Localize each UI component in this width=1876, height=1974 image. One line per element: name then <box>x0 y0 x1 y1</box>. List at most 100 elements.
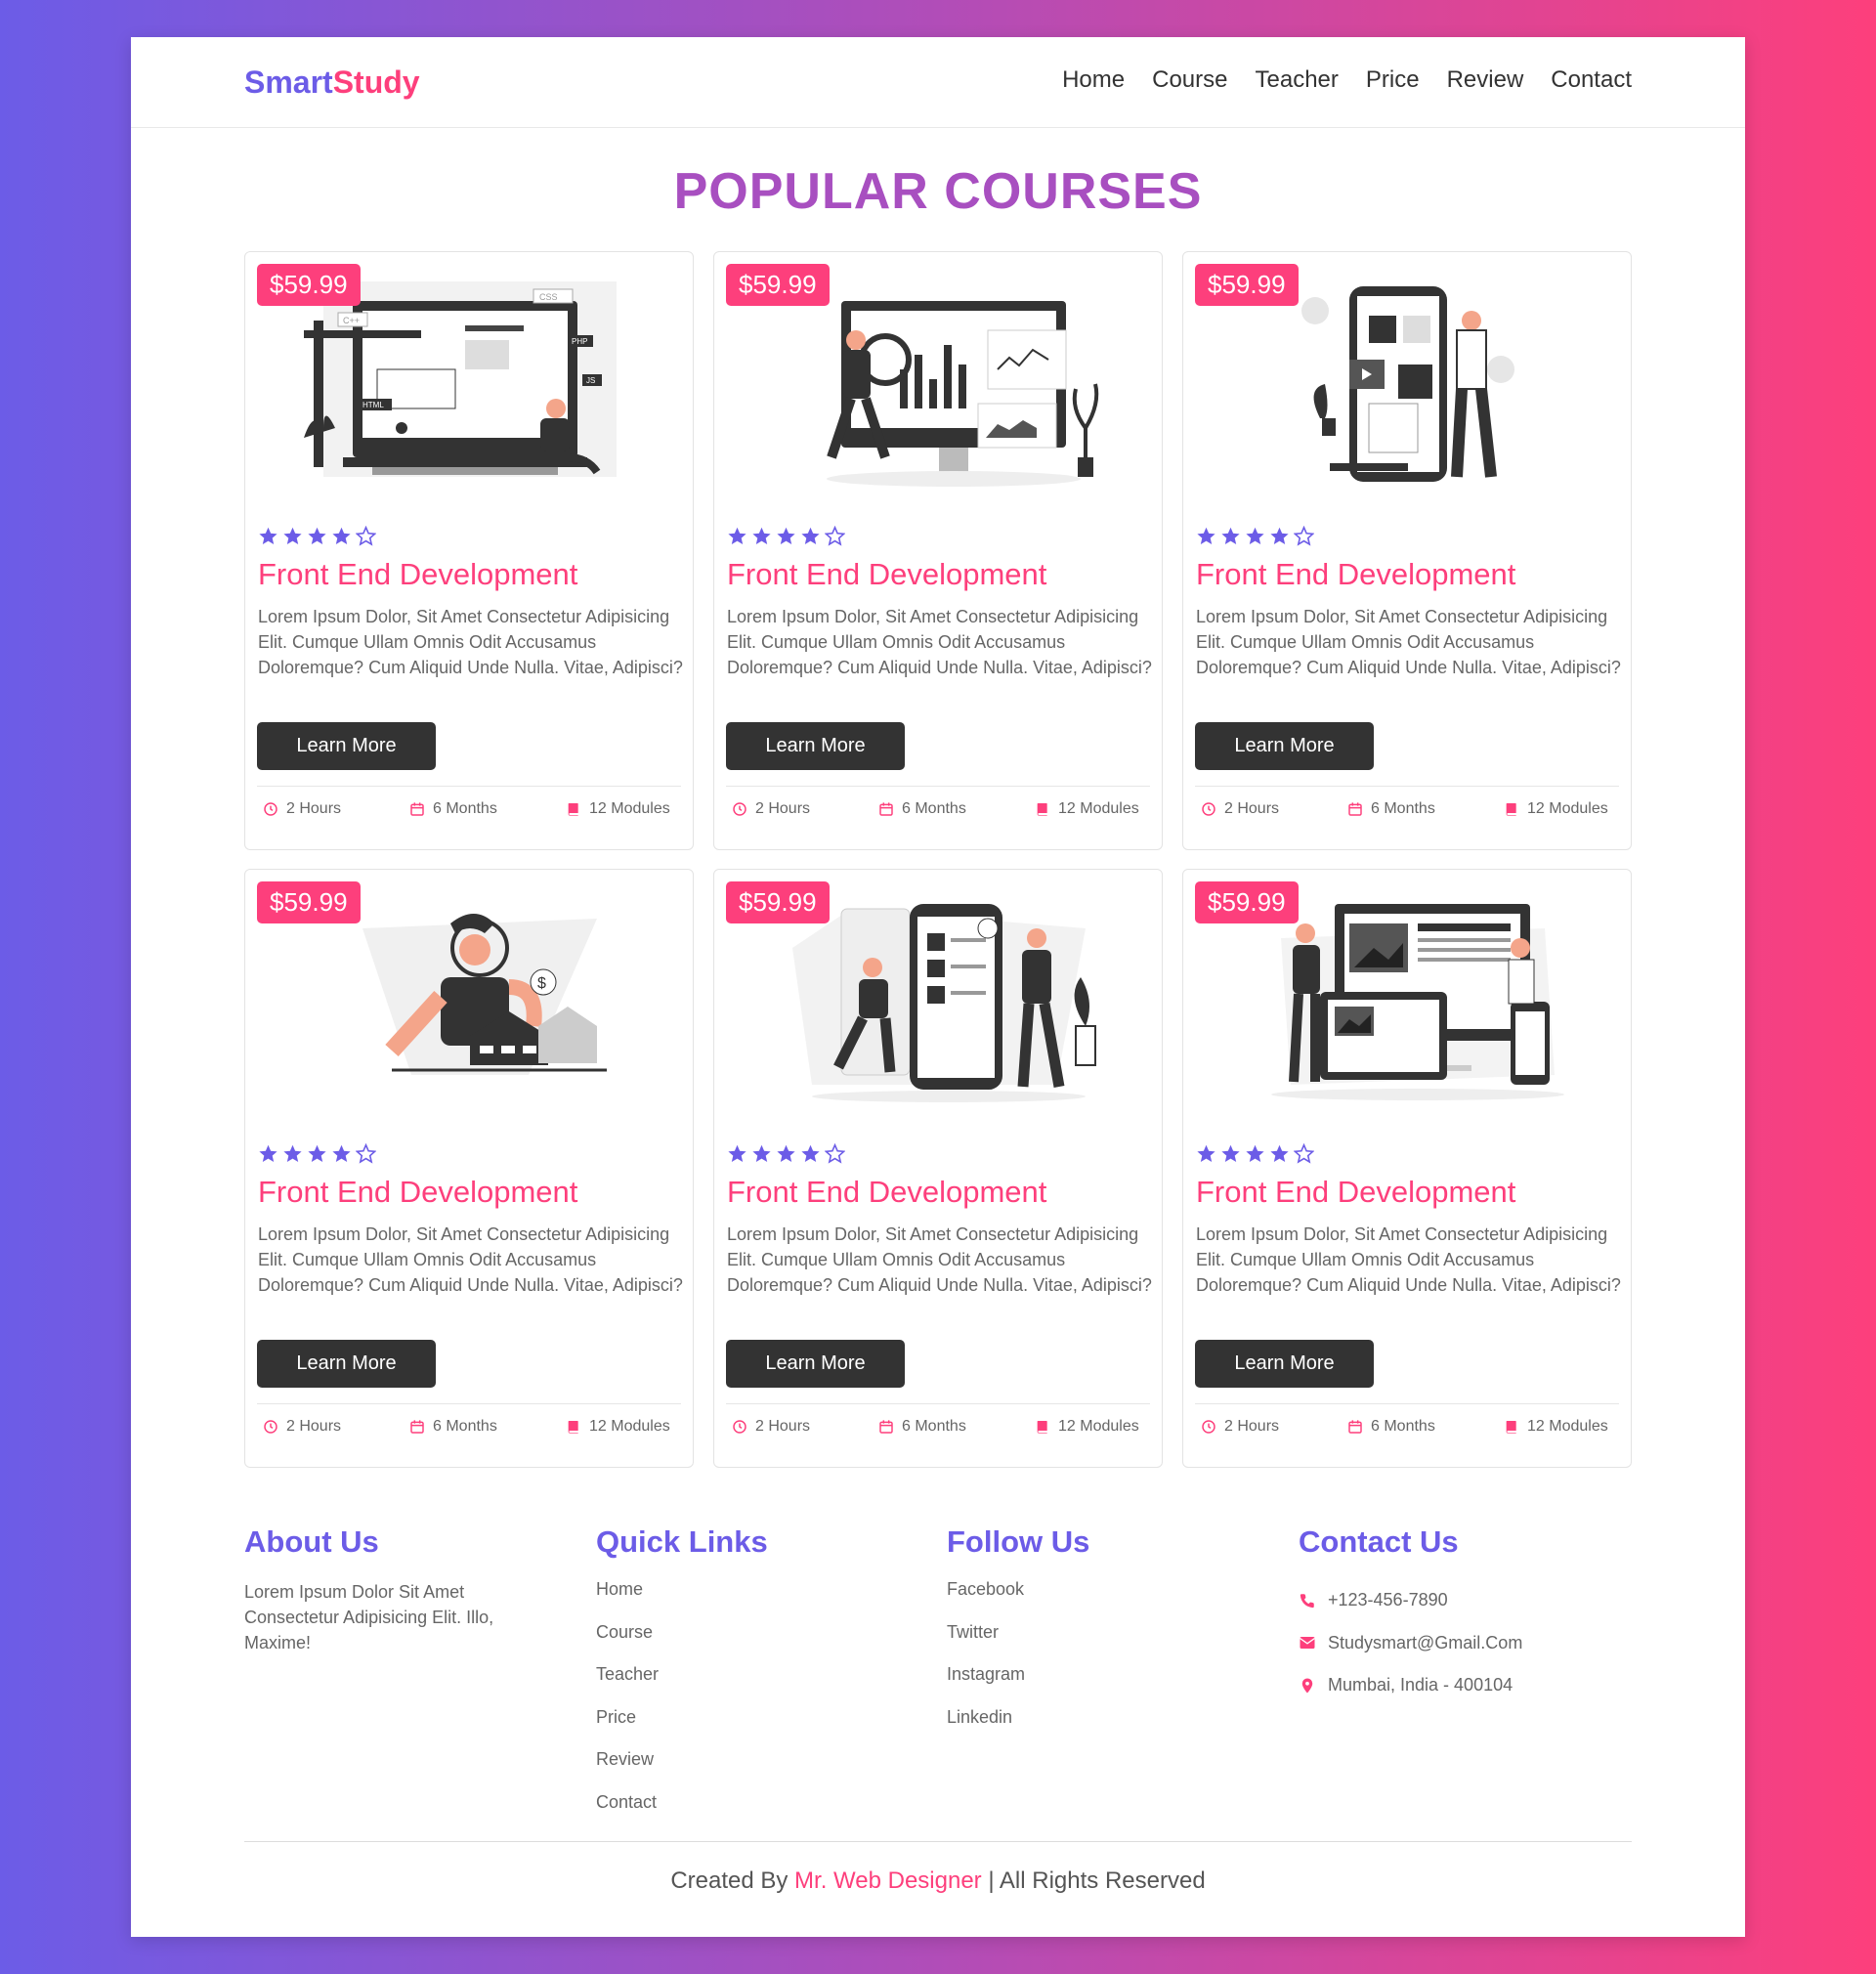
meta-hours-text: 2 Hours <box>755 800 811 817</box>
rating-stars <box>727 526 845 546</box>
meta-months-text: 6 Months <box>1371 800 1435 817</box>
credit-line: Created By Mr. Web Designer | All Rights… <box>131 1867 1745 1895</box>
contact-email[interactable]: Studysmart@Gmail.Com <box>1299 1622 1522 1665</box>
star-icon <box>1221 527 1240 544</box>
footer-follow: Follow Us Facebook Twitter Instagram Lin… <box>947 1524 1089 1749</box>
illus-label-php: PHP <box>572 337 587 346</box>
star-icon <box>1270 1144 1289 1162</box>
footer-link-instagram[interactable]: Instagram <box>947 1664 1089 1707</box>
footer-quick-links: Quick Links Home Course Teacher Price Re… <box>596 1524 768 1834</box>
star-icon <box>283 1144 302 1162</box>
learn-more-button[interactable]: Learn More <box>726 1340 905 1388</box>
learn-more-button[interactable]: Learn More <box>257 722 436 770</box>
nav-home[interactable]: Home <box>1062 66 1125 94</box>
course-title[interactable]: Front End Development <box>727 557 1046 592</box>
meta-months: 6 Months <box>878 800 966 818</box>
meta-modules-text: 12 Modules <box>1058 1418 1139 1435</box>
meta-modules: 12 Modules <box>566 800 670 818</box>
learn-more-button[interactable]: Learn More <box>1195 722 1374 770</box>
footer-link-contact[interactable]: Contact <box>596 1792 768 1835</box>
course-title[interactable]: Front End Development <box>1196 1175 1515 1210</box>
star-icon <box>1294 526 1314 546</box>
nav-contact[interactable]: Contact <box>1551 66 1632 94</box>
meta-months-text: 6 Months <box>902 800 966 817</box>
star-icon <box>356 526 376 546</box>
logo[interactable]: SmartStudy <box>244 64 420 101</box>
logo-part-2: Study <box>332 64 420 100</box>
clock-icon <box>1202 1420 1215 1434</box>
footer-about: About Us Lorem Ipsum Dolor Sit Amet Cons… <box>244 1524 528 1655</box>
course-description: Lorem Ipsum Dolor, Sit Amet Consectetur … <box>258 607 683 677</box>
star-icon <box>332 527 351 544</box>
nav-teacher[interactable]: Teacher <box>1256 66 1339 94</box>
star-icon <box>1197 1144 1215 1162</box>
footer-link-review[interactable]: Review <box>596 1749 768 1792</box>
credit-author-link[interactable]: Mr. Web Designer <box>794 1867 982 1894</box>
price-badge: $59.99 <box>726 881 830 923</box>
illustration-responsive <box>1271 904 1564 1100</box>
footer-about-text: Lorem Ipsum Dolor Sit Amet Consectetur A… <box>244 1582 494 1652</box>
footer-link-price[interactable]: Price <box>596 1707 768 1750</box>
star-icon <box>1294 1143 1314 1164</box>
star-icon <box>801 1144 820 1162</box>
star-icon <box>1197 527 1215 544</box>
price-badge: $59.99 <box>1195 881 1299 923</box>
nav-review[interactable]: Review <box>1447 66 1524 94</box>
card-divider <box>257 1403 681 1404</box>
envelope-icon <box>1300 1637 1315 1650</box>
calendar-icon <box>879 1420 893 1434</box>
course-title[interactable]: Front End Development <box>258 1175 577 1210</box>
illustration-mobile-ui <box>792 904 1096 1102</box>
star-icon <box>259 1144 277 1162</box>
course-title[interactable]: Front End Development <box>258 557 577 592</box>
learn-more-button[interactable]: Learn More <box>1195 1340 1374 1388</box>
calendar-icon <box>1348 802 1362 816</box>
footer-link-facebook[interactable]: Facebook <box>947 1579 1089 1622</box>
footer-link-teacher[interactable]: Teacher <box>596 1664 768 1707</box>
course-card: $59.99 Front End Development Lorem Ipsum… <box>1182 251 1632 850</box>
calendar-icon <box>410 1420 424 1434</box>
page-container: SmartStudy Home Course Teacher Price Rev… <box>131 37 1745 1937</box>
course-title[interactable]: Front End Development <box>1196 557 1515 592</box>
star-icon <box>308 527 326 544</box>
nav-course[interactable]: Course <box>1152 66 1227 94</box>
price-badge: $59.99 <box>726 264 830 306</box>
course-card: $59.99 Front End Development Lorem Ipsum… <box>713 869 1163 1468</box>
card-divider <box>257 786 681 787</box>
meta-hours-text: 2 Hours <box>286 1418 342 1435</box>
star-icon <box>825 526 845 546</box>
meta-hours: 2 Hours <box>732 800 810 818</box>
meta-modules-text: 12 Modules <box>1527 1418 1608 1435</box>
footer-link-home[interactable]: Home <box>596 1579 768 1622</box>
meta-hours: 2 Hours <box>732 1418 810 1436</box>
star-icon <box>777 527 795 544</box>
meta-hours-text: 2 Hours <box>755 1418 811 1435</box>
card-divider <box>726 786 1150 787</box>
footer-link-course[interactable]: Course <box>596 1622 768 1665</box>
course-card: $59.99 Front End Development Lorem Ipsum… <box>713 251 1163 850</box>
star-icon <box>728 527 746 544</box>
calendar-icon <box>879 802 893 816</box>
meta-months: 6 Months <box>409 800 497 818</box>
clock-icon <box>264 1420 277 1434</box>
learn-more-button[interactable]: Learn More <box>726 722 905 770</box>
illustration-web-build: CSS C++ PHP JS HTML <box>304 281 617 477</box>
contact-phone[interactable]: +123-456-7890 <box>1299 1579 1522 1622</box>
course-title[interactable]: Front End Development <box>727 1175 1046 1210</box>
illus-label-html: HTML <box>362 401 384 409</box>
learn-more-button[interactable]: Learn More <box>257 1340 436 1388</box>
credit-prefix: Created By <box>670 1867 795 1894</box>
book-icon <box>1037 803 1047 816</box>
meta-hours: 2 Hours <box>263 1418 341 1436</box>
rating-stars <box>1196 1143 1314 1164</box>
illustration-finance: $ <box>362 914 607 1075</box>
meta-hours: 2 Hours <box>1201 1418 1279 1436</box>
footer-link-twitter[interactable]: Twitter <box>947 1622 1089 1665</box>
price-badge: $59.99 <box>1195 264 1299 306</box>
nav-price[interactable]: Price <box>1366 66 1420 94</box>
calendar-icon <box>410 802 424 816</box>
logo-part-1: Smart <box>244 64 333 100</box>
clock-icon <box>733 802 746 816</box>
rating-stars <box>258 526 376 546</box>
footer-link-linkedin[interactable]: Linkedin <box>947 1707 1089 1750</box>
